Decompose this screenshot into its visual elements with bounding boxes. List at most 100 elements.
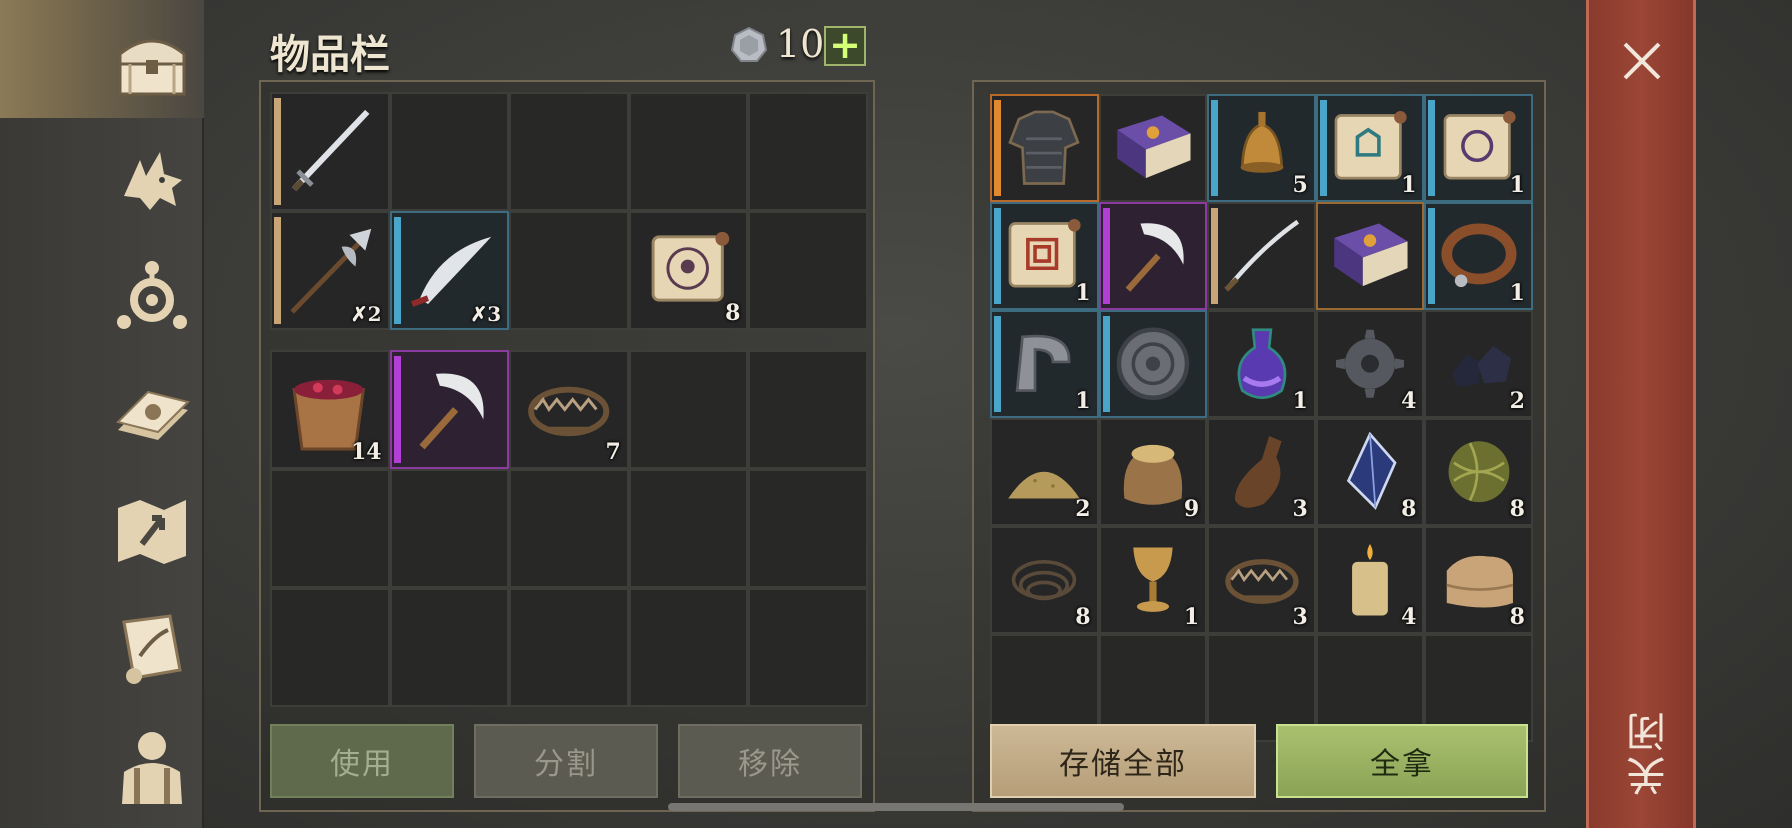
item-quantity: 9 xyxy=(1183,496,1200,522)
sickle-icon xyxy=(1125,223,1184,293)
currency-count: 10 xyxy=(776,22,825,66)
use-button[interactable]: 使用 xyxy=(270,724,454,798)
empty-slot[interactable] xyxy=(628,350,749,469)
chest-icon xyxy=(118,39,186,96)
purple-book-icon xyxy=(1334,223,1408,287)
take-all-button[interactable]: 全拿 xyxy=(1276,724,1528,798)
item-slot[interactable]: 5 xyxy=(1207,94,1316,202)
item-slot[interactable] xyxy=(389,350,510,469)
close-icon[interactable] xyxy=(1617,36,1667,86)
empty-slot[interactable] xyxy=(270,469,390,588)
item-slot[interactable]: 2 xyxy=(1424,310,1533,418)
rarity-bar xyxy=(393,356,401,463)
empty-slot[interactable] xyxy=(628,92,749,211)
item-slot[interactable] xyxy=(1207,202,1316,310)
item-slot[interactable] xyxy=(1098,94,1208,202)
item-slot[interactable]: 8 xyxy=(1315,418,1425,526)
rarity-bar xyxy=(1319,100,1327,196)
item-slot[interactable]: 8 xyxy=(990,526,1099,634)
rarity-bar xyxy=(274,217,281,324)
rarity-bar xyxy=(1211,100,1219,196)
store-all-button[interactable]: 存储全部 xyxy=(990,724,1256,798)
item-slot[interactable] xyxy=(1098,310,1208,418)
tab-quests[interactable] xyxy=(100,596,204,700)
item-quantity: 4 xyxy=(1401,604,1417,630)
empty-slot[interactable] xyxy=(509,588,629,707)
add-currency-button[interactable]: + xyxy=(824,26,866,66)
empty-slot[interactable] xyxy=(748,92,868,211)
item-slot[interactable]: 2 xyxy=(990,418,1099,526)
item-quantity: 8 xyxy=(725,300,741,326)
item-slot[interactable]: 7 xyxy=(509,350,629,469)
item-slot[interactable]: 4 xyxy=(1315,310,1425,418)
item-slot[interactable]: 1 xyxy=(1207,310,1316,418)
empty-slot[interactable] xyxy=(628,588,749,707)
empty-slot[interactable] xyxy=(748,350,868,469)
item-quantity: 5 xyxy=(1292,172,1308,198)
skull-scroll-icon xyxy=(651,231,730,302)
item-quantity: 4 xyxy=(1401,388,1417,414)
tab-map[interactable] xyxy=(100,478,204,582)
tab-companion[interactable] xyxy=(100,126,204,230)
quest-scroll-icon xyxy=(122,614,182,684)
item-slot[interactable]: 8 xyxy=(1424,526,1533,634)
tab-inventory[interactable] xyxy=(100,10,204,114)
empty-slot[interactable] xyxy=(509,211,629,330)
empty-slot[interactable] xyxy=(748,211,868,330)
rarity-bar xyxy=(274,98,281,205)
item-slot[interactable]: 8 xyxy=(1424,418,1533,526)
item-slot[interactable]: 1 xyxy=(1098,526,1208,634)
tab-character[interactable] xyxy=(100,714,204,818)
empty-slot[interactable] xyxy=(748,588,868,707)
item-slot[interactable]: 1 xyxy=(1424,94,1533,202)
close-panel[interactable]: 关闭 xyxy=(1586,0,1696,828)
item-slot[interactable]: 3 xyxy=(1207,526,1316,634)
empty-slot[interactable] xyxy=(509,469,629,588)
close-label: 关闭 xyxy=(1627,708,1673,796)
item-slot[interactable]: 9 xyxy=(1098,418,1208,526)
purple-book-icon xyxy=(1117,115,1191,179)
item-quantity: 8 xyxy=(1509,604,1525,630)
rarity-bar xyxy=(1102,316,1110,412)
item-slot[interactable]: 8 xyxy=(628,211,749,330)
storage-grid: 5 1 1 1 1 1 1 4 2 2 9 3 8 8 8 1 3 4 8 xyxy=(990,94,1533,742)
split-button[interactable]: 分割 xyxy=(474,724,658,798)
empty-slot[interactable] xyxy=(389,469,510,588)
item-slot[interactable]: 3 xyxy=(1207,418,1316,526)
empty-slot[interactable] xyxy=(270,588,390,707)
rarity-bar xyxy=(994,208,1001,304)
bear-trap-icon xyxy=(528,386,610,437)
item-slot[interactable]: 14 xyxy=(270,350,390,469)
empty-slot[interactable] xyxy=(748,469,868,588)
horizontal-scrollbar[interactable] xyxy=(668,803,1124,811)
item-slot[interactable]: ✗2 xyxy=(270,211,390,330)
item-quantity: ✗2 xyxy=(350,302,382,326)
remove-button[interactable]: 移除 xyxy=(678,724,862,798)
item-slot[interactable]: 1 xyxy=(1424,202,1533,310)
item-slot[interactable]: 1 xyxy=(1315,94,1425,202)
item-slot[interactable]: 1 xyxy=(990,310,1099,418)
item-quantity: 1 xyxy=(1401,172,1417,198)
rarity-bar xyxy=(994,316,1001,412)
item-quantity: 2 xyxy=(1509,388,1525,414)
tab-recipes[interactable] xyxy=(100,360,204,464)
item-slot[interactable]: 1 xyxy=(990,202,1099,310)
item-slot[interactable] xyxy=(1315,202,1425,310)
item-quantity: 1 xyxy=(1075,280,1091,306)
empty-slot[interactable] xyxy=(389,92,510,211)
item-slot[interactable] xyxy=(1098,202,1208,310)
rarity-bar xyxy=(1428,100,1436,196)
tab-crafting[interactable] xyxy=(100,244,204,348)
shield-icon xyxy=(1116,327,1190,401)
empty-slot[interactable] xyxy=(389,588,510,707)
silver-coin-icon xyxy=(730,26,768,62)
empty-slot[interactable] xyxy=(509,92,629,211)
item-quantity: 1 xyxy=(1183,604,1200,630)
item-slot[interactable] xyxy=(270,92,390,211)
empty-slot[interactable] xyxy=(628,469,749,588)
item-quantity: 1 xyxy=(1509,280,1525,306)
item-quantity: 3 xyxy=(1292,496,1308,522)
item-slot[interactable]: 4 xyxy=(1315,526,1425,634)
item-slot[interactable]: ✗3 xyxy=(389,211,510,330)
item-slot[interactable] xyxy=(990,94,1099,202)
